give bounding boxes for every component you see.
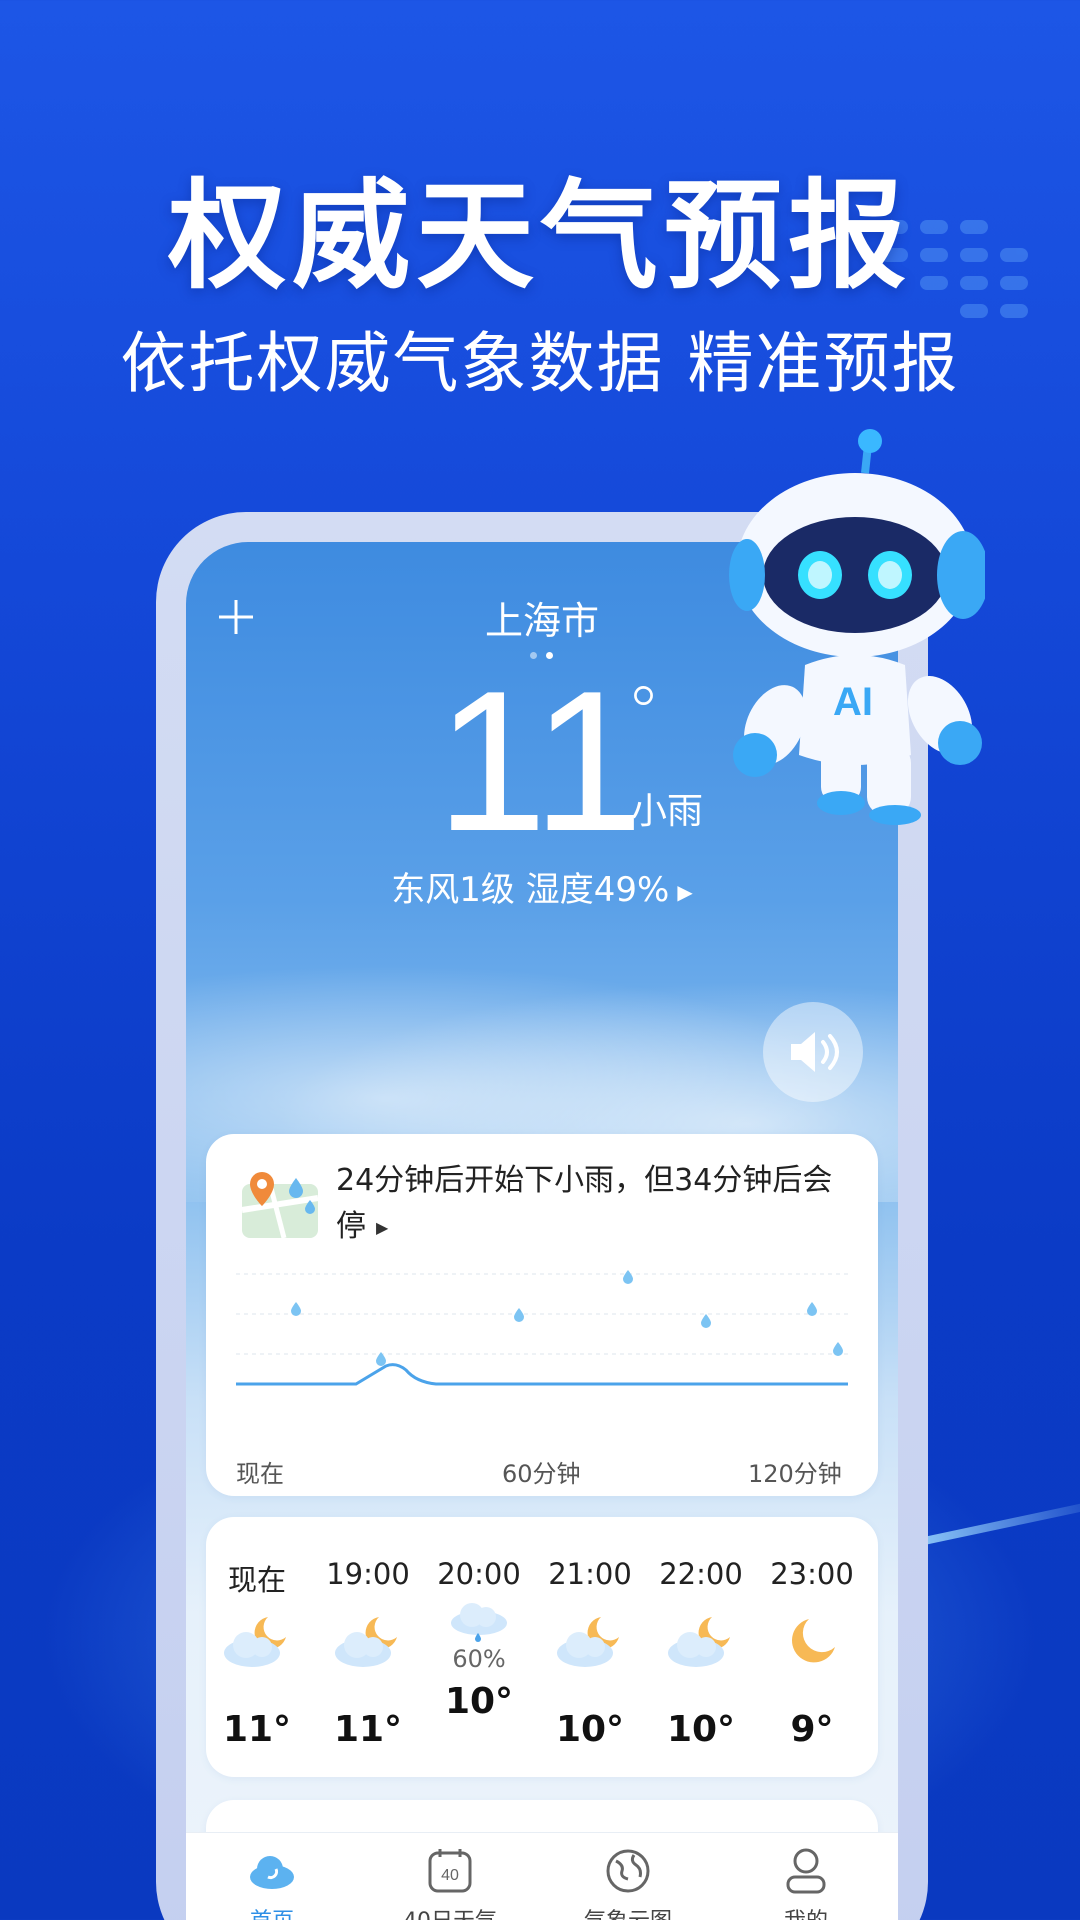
hourly-item[interactable]: 20:00 60% 10° [424, 1557, 534, 1722]
hour-time: 23:00 [770, 1557, 854, 1591]
axis-label-60min: 60分钟 [502, 1460, 581, 1488]
hour-temperature: 11° [333, 1709, 403, 1750]
hour-temperature: 10° [444, 1681, 514, 1722]
tab-label: 40日天气 [380, 1903, 520, 1920]
hour-time: 19:00 [326, 1557, 410, 1591]
partly-cloudy-night-icon [220, 1611, 294, 1671]
axis-label-now: 现在 [236, 1460, 284, 1488]
precipitation-message: 24分钟后开始下小雨，但34分钟后会停 ▶ [336, 1158, 836, 1251]
tab-label: 我的 [736, 1903, 876, 1920]
precip-probability [646, 1673, 756, 1701]
calendar-40-icon: 40 [426, 1847, 474, 1895]
speaker-icon [791, 1032, 839, 1072]
globe-icon [604, 1847, 652, 1895]
hourly-item[interactable]: 22:00 10° [646, 1557, 756, 1750]
precipitation-line [236, 1363, 848, 1386]
voice-broadcast-button[interactable] [763, 1002, 863, 1102]
temperature-unit: ° [626, 672, 661, 754]
bottom-tab-bar: 首页 40 40日天气 气象云图 我的 [186, 1832, 898, 1920]
robot-badge-text: AI [833, 680, 873, 724]
promo-subtitle: 依托权威气象数据 精准预报 [120, 325, 960, 402]
wind-humidity-text: 东风1级 湿度49% [391, 870, 670, 910]
precip-probability [535, 1673, 645, 1701]
caret-right-icon: ▶ [677, 879, 693, 904]
hourly-item[interactable]: 23:00 9° [757, 1557, 867, 1750]
hourly-item[interactable]: 现在 11° [202, 1557, 312, 1750]
hour-temperature: 10° [555, 1709, 625, 1750]
partly-cloudy-night-icon [664, 1611, 738, 1671]
precipitation-chart [236, 1270, 848, 1386]
cloud-home-icon [248, 1847, 296, 1895]
calendar-number: 40 [441, 1867, 459, 1884]
hour-temperature: 10° [666, 1709, 736, 1750]
user-icon [782, 1847, 830, 1895]
hourly-forecast-card[interactable]: 现在 11° 19:00 11° 20:00 60% 10° 21:00 10°… [206, 1517, 878, 1777]
rain-cloud-icon [442, 1597, 516, 1643]
hour-time: 20:00 [437, 1557, 521, 1591]
caret-right-icon: ▶ [376, 1217, 389, 1237]
ai-robot-mascot: AI [729, 429, 985, 825]
tab-40-day[interactable]: 40 40日天气 [380, 1847, 520, 1920]
tab-label: 气象云图 [558, 1903, 698, 1920]
precip-probability [202, 1673, 312, 1701]
partly-cloudy-night-icon [553, 1611, 627, 1671]
tab-profile[interactable]: 我的 [736, 1847, 876, 1920]
wind-humidity-link[interactable]: 东风1级 湿度49% ▶ [186, 862, 898, 911]
hourly-item[interactable]: 21:00 10° [535, 1557, 645, 1750]
hour-time: 现在 [227, 1563, 286, 1597]
precip-probability [313, 1673, 423, 1701]
axis-label-120min: 120分钟 [748, 1460, 842, 1488]
hour-time: 21:00 [548, 1557, 632, 1591]
map-location-icon [241, 1172, 319, 1239]
partly-cloudy-night-icon [331, 1611, 405, 1671]
tab-label: 首页 [202, 1903, 342, 1920]
tab-home[interactable]: 首页 [202, 1847, 342, 1920]
precipitation-text: 24分钟后开始下小雨，但34分钟后会停 [336, 1163, 833, 1244]
hour-time: 22:00 [659, 1557, 743, 1591]
precip-probability: 60% [452, 1645, 506, 1673]
tab-cloud-map[interactable]: 气象云图 [558, 1847, 698, 1920]
rain-drops [291, 1270, 843, 1366]
precipitation-card[interactable]: 24分钟后开始下小雨，但34分钟后会停 ▶ 现在 60分钟 120分钟 [206, 1134, 878, 1496]
promo-title: 权威天气预报 [167, 167, 912, 305]
hour-temperature: 11° [222, 1709, 292, 1750]
current-temperature: 11 [436, 650, 644, 873]
hourly-item[interactable]: 19:00 11° [313, 1557, 423, 1750]
hour-temperature: 9° [790, 1709, 834, 1750]
precip-probability [757, 1673, 867, 1701]
weather-condition: 小雨 [631, 791, 704, 832]
moon-icon [775, 1611, 849, 1671]
